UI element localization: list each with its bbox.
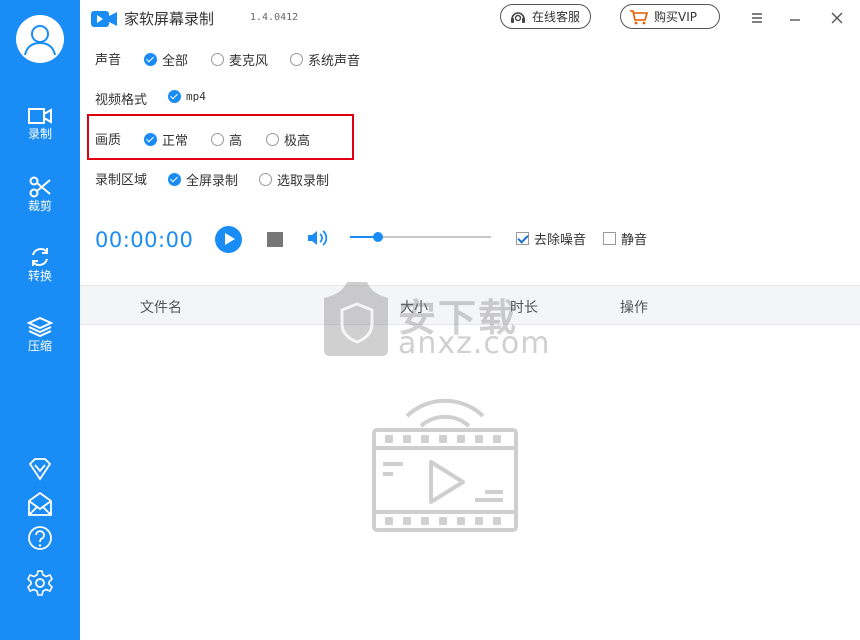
option-label: 全屏录制 — [186, 174, 239, 189]
mute-label: 静音 — [621, 233, 648, 248]
option-label: 高 — [229, 134, 243, 149]
quality-label: 画质 — [95, 132, 122, 148]
convert-icon — [32, 248, 48, 266]
help-icon[interactable] — [26, 524, 54, 552]
stop-button[interactable] — [267, 232, 283, 247]
radio-checked[interactable] — [168, 173, 181, 186]
buy-vip-button[interactable]: 购买VIP — [620, 4, 720, 29]
option-label: 正常 — [162, 134, 189, 149]
option-label: 选取录制 — [277, 174, 330, 189]
area-option-select[interactable]: 选取录制 — [259, 170, 329, 189]
menu-icon — [752, 13, 762, 23]
radio-unchecked[interactable] — [211, 133, 224, 146]
radio-checked[interactable] — [144, 133, 157, 146]
watermark-shield-icon — [324, 282, 388, 356]
area-option-fullscreen[interactable]: 全屏录制 — [168, 170, 238, 189]
column-header-actions: 操作 — [620, 300, 648, 316]
app-logo-icon — [91, 11, 117, 27]
play-button[interactable] — [215, 226, 242, 253]
headset-icon — [511, 11, 525, 23]
avatar[interactable] — [16, 15, 64, 63]
scissors-icon — [29, 176, 51, 198]
option-label: 全部 — [162, 54, 189, 69]
app-title: 家软屏幕录制 — [124, 10, 215, 28]
online-service-button[interactable]: 在线客服 — [500, 4, 592, 29]
area-row: 录制区域 — [95, 168, 147, 188]
format-row: 视频格式 — [95, 88, 147, 108]
quality-option-ultra[interactable]: 极高 — [266, 130, 310, 149]
sidebar-item-convert[interactable]: 转换 — [0, 246, 80, 296]
minimize-icon — [790, 19, 800, 21]
denoise-checkbox[interactable]: 去除噪音 — [516, 229, 586, 248]
checkbox-unchecked[interactable] — [603, 232, 616, 245]
radio-unchecked[interactable] — [259, 173, 272, 186]
radio-checked[interactable] — [144, 53, 157, 66]
compress-icon — [27, 316, 53, 338]
close-icon — [831, 12, 843, 24]
mail-icon[interactable] — [26, 490, 54, 518]
option-label: 极高 — [284, 134, 311, 149]
format-option-mp4[interactable]: mp4 — [168, 90, 206, 103]
online-service-label: 在线客服 — [532, 10, 581, 24]
quality-option-normal[interactable]: 正常 — [144, 130, 188, 149]
radio-unchecked[interactable] — [211, 53, 224, 66]
sound-option-system[interactable]: 系统声音 — [290, 50, 360, 69]
title-bar: 家软屏幕录制 1.4.0412 在线客服 购买VIP — [80, 0, 860, 36]
app-window: 录制 裁剪 转换 压缩 家软屏幕录制 1.4.0412 在线客服 购买VIP 声… — [0, 0, 860, 640]
close-button[interactable] — [825, 6, 849, 30]
sidebar-item-label: 压缩 — [27, 339, 52, 353]
format-label: 视频格式 — [95, 92, 148, 108]
menu-button[interactable] — [745, 6, 769, 30]
gear-icon[interactable] — [26, 569, 54, 597]
vip-diamond-icon[interactable] — [26, 455, 54, 483]
quality-option-high[interactable]: 高 — [211, 130, 242, 149]
option-label: mp4 — [186, 90, 206, 103]
minimize-button[interactable] — [783, 6, 807, 30]
sound-label: 声音 — [95, 52, 122, 68]
sound-row: 声音 — [95, 48, 121, 68]
column-header-filename: 文件名 — [140, 300, 182, 316]
quality-row: 画质 — [95, 128, 121, 148]
sound-option-all[interactable]: 全部 — [144, 50, 188, 69]
option-label: 麦克风 — [229, 54, 269, 69]
checkbox-checked[interactable] — [516, 232, 529, 245]
sidebar-item-label: 录制 — [27, 127, 52, 141]
volume-slider[interactable] — [350, 232, 491, 242]
buy-vip-label: 购买VIP — [654, 10, 697, 24]
area-label: 录制区域 — [95, 172, 148, 188]
mute-checkbox[interactable]: 静音 — [603, 229, 647, 248]
denoise-label: 去除噪音 — [534, 233, 587, 248]
volume-slider-knob[interactable] — [373, 232, 384, 242]
radio-unchecked[interactable] — [290, 53, 303, 66]
sidebar-item-record[interactable]: 录制 — [0, 106, 80, 156]
app-version: 1.4.0412 — [250, 12, 299, 23]
radio-checked[interactable] — [168, 90, 181, 103]
sidebar: 录制 裁剪 转换 压缩 — [0, 0, 80, 640]
user-icon — [24, 25, 56, 56]
recording-timer: 00:00:00 — [95, 228, 194, 252]
record-icon — [28, 108, 52, 124]
sound-option-mic[interactable]: 麦克风 — [211, 50, 268, 69]
empty-video-icon — [372, 398, 518, 532]
sidebar-item-crop[interactable]: 裁剪 — [0, 176, 80, 226]
sidebar-item-compress[interactable]: 压缩 — [0, 316, 80, 366]
option-label: 系统声音 — [308, 54, 361, 69]
radio-unchecked[interactable] — [266, 133, 279, 146]
sidebar-item-label: 裁剪 — [27, 199, 52, 213]
cart-icon — [630, 9, 649, 24]
sidebar-item-label: 转换 — [27, 269, 52, 283]
watermark-text-en: anxz.com — [398, 326, 551, 361]
volume-icon[interactable] — [306, 229, 328, 247]
